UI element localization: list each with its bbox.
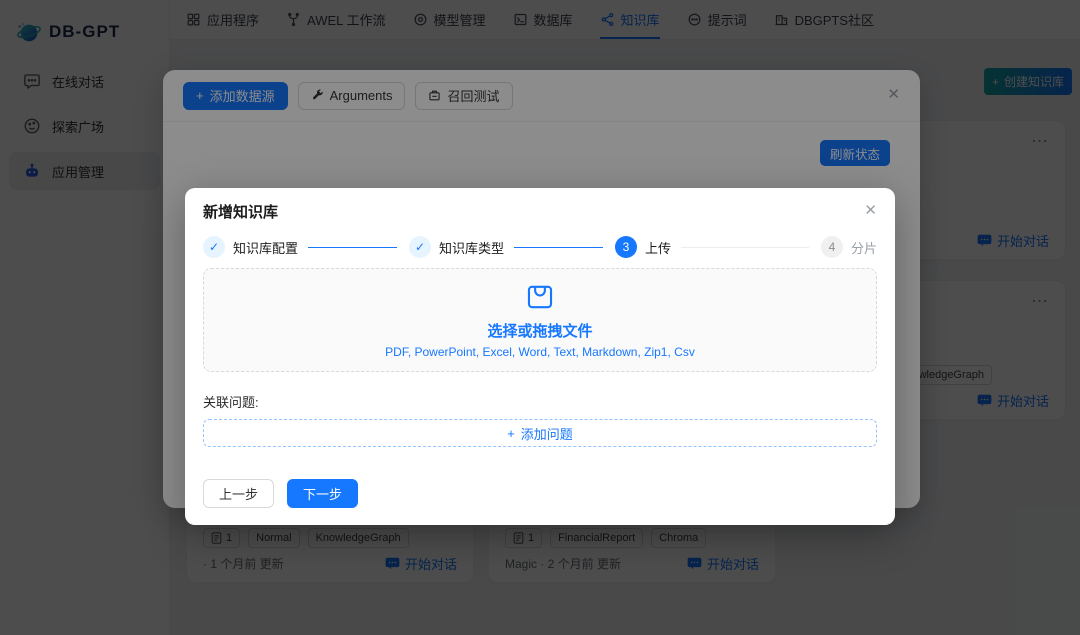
- plus-icon: +: [507, 426, 515, 441]
- file-upload-dropzone[interactable]: 选择或拖拽文件 PDF, PowerPoint, Excel, Word, Te…: [203, 268, 877, 372]
- wizard-title: 新增知识库: [203, 201, 278, 222]
- step-knowledge-config: ✓ 知识库配置: [203, 236, 409, 258]
- upload-formats: PDF, PowerPoint, Excel, Word, Text, Mark…: [385, 345, 695, 359]
- step-check-icon: ✓: [409, 236, 431, 258]
- wizard-footer: 上一步 下一步: [203, 479, 877, 508]
- inbox-upload-icon: [524, 282, 556, 312]
- related-questions-label: 关联问题:: [203, 392, 877, 411]
- step-number: 4: [821, 236, 843, 258]
- step-check-icon: ✓: [203, 236, 225, 258]
- step-connector: [308, 247, 397, 248]
- close-icon[interactable]: ✕: [864, 201, 877, 219]
- step-connector: [681, 247, 809, 248]
- step-upload: 3 上传: [615, 236, 821, 258]
- step-connector: [514, 247, 603, 248]
- wizard-header: 新增知识库 ✕: [203, 200, 877, 222]
- upload-title: 选择或拖拽文件: [487, 320, 592, 341]
- previous-step-button[interactable]: 上一步: [203, 479, 274, 508]
- screen: DB-GPT 在线对话: [0, 0, 1080, 635]
- step-number: 3: [615, 236, 637, 258]
- step-slicing: 4 分片: [821, 236, 877, 258]
- new-knowledge-wizard-modal: 新增知识库 ✕ ✓ 知识库配置 ✓ 知识库类型 3 上传 4 分片: [185, 188, 895, 525]
- wizard-steps: ✓ 知识库配置 ✓ 知识库类型 3 上传 4 分片: [203, 236, 877, 258]
- step-knowledge-type: ✓ 知识库类型: [409, 236, 615, 258]
- add-question-button[interactable]: + 添加问题: [203, 419, 877, 447]
- next-step-button[interactable]: 下一步: [287, 479, 358, 508]
